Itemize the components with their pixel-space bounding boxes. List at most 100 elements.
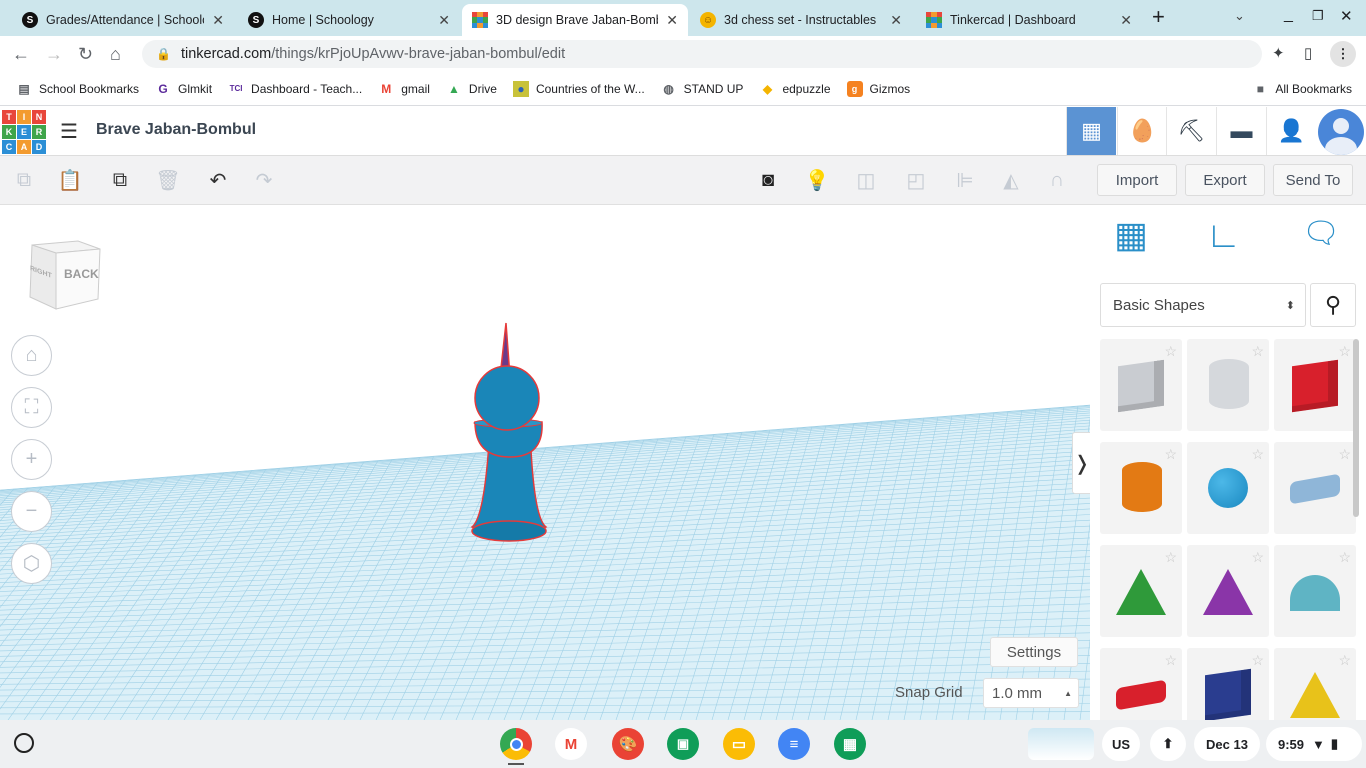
close-tab-icon[interactable]: ✕ bbox=[438, 12, 450, 29]
favorite-star-icon[interactable]: ☆ bbox=[1338, 446, 1351, 463]
shape-tile-round-roof[interactable]: ☆ bbox=[1274, 545, 1356, 637]
all-bookmarks[interactable]: ■ All Bookmarks bbox=[1252, 81, 1352, 97]
shape-tile-box[interactable]: ☆ bbox=[1274, 339, 1356, 431]
copy-icon[interactable]: ⧉ bbox=[10, 166, 38, 194]
tinkercad-logo[interactable]: T I N K E R C A D bbox=[2, 110, 46, 154]
3d-design-view-button[interactable]: ▦ bbox=[1066, 107, 1116, 155]
tab-search-chevron-icon[interactable]: ⌄ bbox=[1234, 8, 1245, 24]
bricks-view-button[interactable]: ▬ bbox=[1216, 107, 1266, 155]
tab-chess-instructables[interactable]: ☺ 3d chess set - Instructables ✕ bbox=[690, 4, 912, 36]
avatar[interactable] bbox=[1318, 109, 1364, 155]
sheets-app-icon[interactable]: ▦ bbox=[834, 728, 866, 760]
close-tab-icon[interactable]: ✕ bbox=[890, 12, 902, 29]
redo-icon[interactable]: ↷ bbox=[250, 166, 278, 194]
send-to-button[interactable]: Send To bbox=[1273, 164, 1353, 196]
design-list-icon[interactable]: ☰ bbox=[60, 119, 78, 144]
shape-tile-box-hole[interactable]: ☆ bbox=[1100, 339, 1182, 431]
bookmark-gmail[interactable]: Mgmail bbox=[378, 81, 430, 97]
workplane-viewport[interactable]: BACK RIGHT ⌂ ⛶ + − ⬡ ❭ Settings Snap Gri… bbox=[0, 205, 1090, 720]
chrome-icon[interactable] bbox=[500, 728, 532, 760]
import-button[interactable]: Import bbox=[1097, 164, 1177, 196]
close-tab-icon[interactable]: ✕ bbox=[1120, 12, 1132, 29]
shape-tile-scribble[interactable]: ☆ bbox=[1274, 442, 1356, 534]
close-window-button[interactable]: ✕ bbox=[1340, 7, 1353, 25]
bookmark-dashboard-teach[interactable]: TCI Dashboard - Teach... bbox=[228, 81, 363, 97]
favorite-star-icon[interactable]: ☆ bbox=[1251, 446, 1264, 463]
mirror-icon[interactable]: ◭ bbox=[997, 166, 1025, 194]
delete-icon[interactable]: 🗑 bbox=[154, 166, 182, 194]
upload-icon[interactable]: ⬆ bbox=[1150, 727, 1186, 761]
lightbulb-icon[interactable]: 💡 bbox=[803, 166, 831, 194]
tab-grades-attendance[interactable]: S Grades/Attendance | Schoology ✕ bbox=[12, 4, 234, 36]
favorite-star-icon[interactable]: ☆ bbox=[1251, 652, 1264, 669]
home-button[interactable]: ⌂ bbox=[110, 44, 121, 65]
workplane-icon[interactable]: ▦ bbox=[1114, 217, 1148, 253]
favorite-star-icon[interactable]: ☆ bbox=[1338, 343, 1351, 360]
notes-visibility-icon[interactable]: ◙ bbox=[754, 166, 782, 194]
close-tab-icon[interactable]: ✕ bbox=[666, 12, 678, 29]
notes-icon[interactable]: 🗨 bbox=[1302, 219, 1340, 249]
extensions-icon[interactable]: ✦ bbox=[1272, 44, 1285, 62]
forward-button[interactable]: → bbox=[45, 44, 63, 65]
side-panel-icon[interactable]: ▯ bbox=[1304, 44, 1312, 62]
slides-app-icon[interactable]: ▭ bbox=[723, 728, 755, 760]
restore-button[interactable]: ❐ bbox=[1312, 8, 1324, 24]
launcher-button[interactable] bbox=[14, 733, 34, 753]
panel-scrollbar[interactable] bbox=[1353, 339, 1359, 517]
fit-view-button[interactable]: ⛶ bbox=[11, 387, 52, 428]
favorite-star-icon[interactable]: ☆ bbox=[1251, 343, 1264, 360]
favorite-star-icon[interactable]: ☆ bbox=[1164, 446, 1177, 463]
settings-button[interactable]: Settings bbox=[990, 637, 1078, 667]
date-button[interactable]: Dec 13 bbox=[1194, 727, 1260, 761]
new-tab-button[interactable]: + bbox=[1152, 4, 1165, 30]
tab-3d-design[interactable]: 3D design Brave Jaban-Bombul ✕ bbox=[462, 4, 688, 36]
projection-button[interactable]: ⬡ bbox=[11, 543, 52, 584]
tab-tinkercad-dashboard[interactable]: Tinkercad | Dashboard ✕ bbox=[916, 4, 1142, 36]
favorite-star-icon[interactable]: ☆ bbox=[1164, 343, 1177, 360]
status-tray[interactable]: 9:59 ▼ ▮ bbox=[1266, 727, 1362, 761]
shape-tile-cylinder-hole[interactable]: ☆ bbox=[1187, 339, 1269, 431]
shape-category-select[interactable]: Basic Shapes ⬍ bbox=[1100, 283, 1306, 327]
classroom-app-icon[interactable]: ▣ bbox=[667, 728, 699, 760]
paste-icon[interactable]: 📋 bbox=[56, 166, 84, 194]
input-method-button[interactable]: US bbox=[1102, 727, 1140, 761]
panel-toggle-chevron[interactable]: ❭ bbox=[1072, 432, 1090, 494]
favorite-star-icon[interactable]: ☆ bbox=[1251, 549, 1264, 566]
hole-shape-icon[interactable]: ◰ bbox=[902, 166, 930, 194]
docs-app-icon[interactable]: ≡ bbox=[778, 728, 810, 760]
holding-space-thumbnail[interactable] bbox=[1028, 728, 1094, 760]
gmail-app-icon[interactable]: M bbox=[555, 728, 587, 760]
canvas-app-icon[interactable]: 🎨 bbox=[612, 728, 644, 760]
zoom-out-button[interactable]: − bbox=[11, 491, 52, 532]
address-bar[interactable]: 🔒 tinkercad.com/things/krPjoUpAvwv-brave… bbox=[142, 40, 1262, 68]
export-button[interactable]: Export bbox=[1185, 164, 1265, 196]
minimize-button[interactable]: _ bbox=[1284, 6, 1293, 24]
cruise-magnet-icon[interactable]: ∩ bbox=[1043, 166, 1071, 194]
zoom-in-button[interactable]: + bbox=[11, 439, 52, 480]
chess-piece-model[interactable] bbox=[460, 317, 560, 547]
ruler-icon[interactable]: ∟ bbox=[1206, 217, 1241, 253]
bookmark-school-bookmarks[interactable]: ▤ School Bookmarks bbox=[16, 81, 139, 97]
blocks-view-button[interactable]: 🥚 bbox=[1117, 107, 1167, 155]
bookmark-gimkit[interactable]: G Glmkit bbox=[155, 81, 212, 97]
shape-tile-cylinder[interactable]: ☆ bbox=[1100, 442, 1182, 534]
favorite-star-icon[interactable]: ☆ bbox=[1338, 652, 1351, 669]
bookmark-edpuzzle[interactable]: ◆ edpuzzle bbox=[759, 81, 831, 97]
solid-shape-icon[interactable]: ◫ bbox=[852, 166, 880, 194]
duplicate-icon[interactable]: ⧉ bbox=[106, 166, 134, 194]
shape-tile-cone[interactable]: ☆ bbox=[1187, 545, 1269, 637]
snap-grid-select[interactable]: 1.0 mm ▲ bbox=[983, 678, 1079, 708]
favorite-star-icon[interactable]: ☆ bbox=[1164, 652, 1177, 669]
bookmark-countries[interactable]: ● Countries of the W... bbox=[512, 80, 645, 97]
invite-user-button[interactable]: 👤 bbox=[1266, 107, 1316, 155]
chrome-menu-button[interactable]: ⋮ bbox=[1330, 41, 1356, 67]
shape-tile-sphere[interactable]: ☆ bbox=[1187, 442, 1269, 534]
back-button[interactable]: ← bbox=[12, 44, 30, 65]
tab-home-schoology[interactable]: S Home | Schoology ✕ bbox=[238, 4, 460, 36]
reload-button[interactable]: ↻ bbox=[78, 44, 93, 65]
home-view-button[interactable]: ⌂ bbox=[11, 335, 52, 376]
shape-tile-roof[interactable]: ☆ bbox=[1100, 545, 1182, 637]
close-tab-icon[interactable]: ✕ bbox=[212, 12, 224, 29]
favorite-star-icon[interactable]: ☆ bbox=[1164, 549, 1177, 566]
bookmark-drive[interactable]: ▲ Drive bbox=[446, 81, 497, 97]
